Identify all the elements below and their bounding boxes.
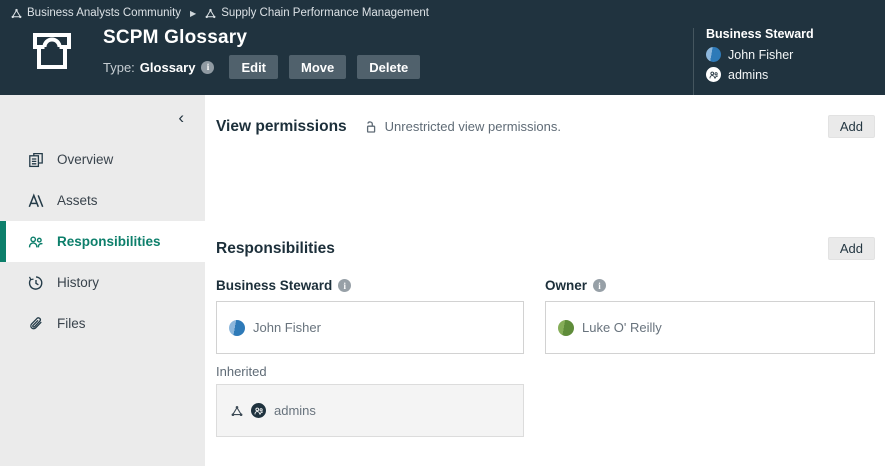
glossary-asset-icon: [28, 26, 76, 74]
info-icon[interactable]: i: [593, 279, 606, 292]
info-icon[interactable]: i: [338, 279, 351, 292]
add-view-permission-button[interactable]: Add: [828, 115, 875, 138]
history-icon: [28, 275, 44, 291]
page-title: SCPM Glossary: [103, 26, 420, 50]
steward-user-row[interactable]: John Fisher: [706, 47, 875, 62]
type-label: Type:: [103, 60, 135, 75]
sidebar-item-responsibilities[interactable]: Responsibilities: [0, 221, 205, 262]
paperclip-icon: [28, 316, 44, 332]
view-permissions-status: Unrestricted view permissions.: [385, 119, 561, 134]
sidebar-item-label: Responsibilities: [57, 234, 161, 249]
steward-group-name: admins: [728, 68, 768, 82]
steward-group-row[interactable]: admins: [706, 67, 875, 82]
sidebar-item-label: Files: [57, 316, 86, 331]
sidebar-collapse-button[interactable]: ‹: [178, 109, 184, 126]
assets-icon: [28, 193, 44, 209]
person-name: Luke O' Reilly: [582, 320, 662, 335]
add-responsibility-button[interactable]: Add: [828, 237, 875, 260]
business-steward-card[interactable]: John Fisher: [216, 301, 524, 354]
avatar: [706, 47, 721, 62]
steward-user-name: John Fisher: [728, 48, 793, 62]
steward-panel-heading: Business Steward: [706, 26, 875, 42]
sidebar-item-assets[interactable]: Assets: [0, 180, 205, 221]
role-label: Owner: [545, 278, 587, 293]
breadcrumb-label: Supply Chain Performance Management: [221, 7, 429, 19]
breadcrumb-separator-icon: ▶: [188, 9, 198, 18]
sidebar-item-files[interactable]: Files: [0, 303, 205, 344]
view-permissions-section: View permissions Unrestricted view permi…: [216, 115, 875, 138]
responsibilities-heading: Responsibilities: [216, 240, 335, 258]
owner-column: Owner i Luke O' Reilly: [545, 278, 875, 437]
community-icon: [11, 8, 22, 19]
steward-panel: Business Steward John Fisher admins: [693, 26, 885, 98]
role-label: Business Steward: [216, 278, 332, 293]
group-icon: [709, 70, 719, 80]
sidebar-item-label: History: [57, 275, 99, 290]
document-icon: [28, 152, 44, 168]
info-icon[interactable]: i: [201, 61, 214, 74]
inherited-group-card[interactable]: admins: [216, 384, 524, 437]
view-permissions-heading: View permissions: [216, 118, 347, 136]
delete-button[interactable]: Delete: [357, 55, 420, 79]
sidebar-item-label: Overview: [57, 152, 113, 167]
unlock-icon: [363, 120, 377, 134]
person-name: John Fisher: [253, 320, 321, 335]
group-avatar: [706, 67, 721, 82]
move-button[interactable]: Move: [289, 55, 346, 79]
group-avatar: [251, 403, 266, 418]
breadcrumb-item-subcommunity[interactable]: Supply Chain Performance Management: [205, 7, 429, 19]
community-icon: [231, 405, 243, 417]
sidebar: ‹ Overview: [0, 95, 205, 466]
avatar: [229, 320, 245, 336]
group-icon: [254, 406, 264, 416]
sidebar-nav: Overview Assets: [0, 139, 205, 344]
people-icon: [28, 234, 44, 250]
group-name: admins: [274, 403, 316, 418]
community-icon: [205, 8, 216, 19]
breadcrumb-label: Business Analysts Community: [27, 7, 181, 19]
sidebar-item-overview[interactable]: Overview: [0, 139, 205, 180]
main-content: View permissions Unrestricted view permi…: [205, 95, 885, 466]
responsibilities-section: Responsibilities Add Business Steward i …: [216, 237, 875, 437]
sidebar-item-history[interactable]: History: [0, 262, 205, 303]
type-value: Glossary: [140, 60, 196, 75]
inherited-label: Inherited: [216, 364, 524, 379]
sidebar-item-label: Assets: [57, 193, 98, 208]
app-window: Business Analysts Community ▶ Supply Cha…: [0, 0, 885, 466]
avatar: [558, 320, 574, 336]
business-steward-column: Business Steward i John Fisher Inherited: [216, 278, 524, 437]
breadcrumb: Business Analysts Community ▶ Supply Cha…: [0, 0, 885, 19]
header: Business Analysts Community ▶ Supply Cha…: [0, 0, 885, 95]
owner-card[interactable]: Luke O' Reilly: [545, 301, 875, 354]
edit-button[interactable]: Edit: [229, 55, 278, 79]
breadcrumb-item-community[interactable]: Business Analysts Community: [11, 7, 181, 19]
header-main: SCPM Glossary Type: Glossary i Edit Move…: [0, 26, 885, 98]
